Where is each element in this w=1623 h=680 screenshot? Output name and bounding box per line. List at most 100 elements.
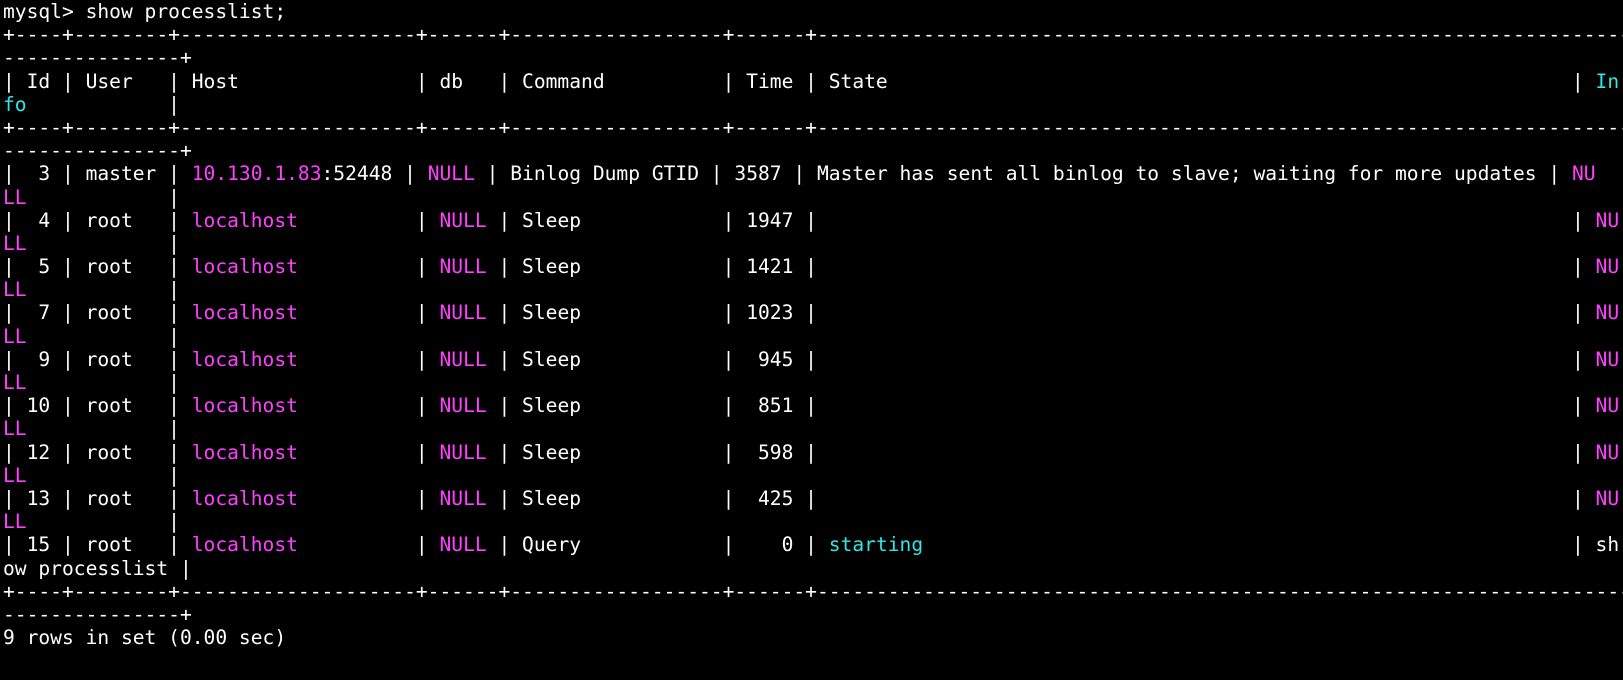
terminal-text: ow processlist | xyxy=(3,556,192,580)
terminal-text: | Sleep | 1947 | | xyxy=(486,208,1596,232)
terminal-line: | 4 | root | localhost | NULL | Sleep | … xyxy=(3,209,1623,232)
terminal-text: NU xyxy=(1595,486,1620,510)
terminal-text: | Sleep | 1023 | | xyxy=(486,301,1596,325)
terminal-text: | xyxy=(26,92,180,116)
terminal-text: | 9 | root | xyxy=(3,347,192,371)
terminal-text: :52448 | xyxy=(321,162,428,186)
terminal-line: LL | xyxy=(3,371,1623,394)
terminal-text: localhost xyxy=(191,533,298,557)
terminal-text: | xyxy=(297,533,440,557)
terminal-text: | xyxy=(297,394,440,418)
terminal-line: | 5 | root | localhost | NULL | Sleep | … xyxy=(3,255,1623,278)
terminal-text: | 4 | root | xyxy=(3,208,192,232)
terminal-text: | xyxy=(26,417,180,441)
terminal-text: | xyxy=(297,255,440,279)
terminal-line: | 9 | root | localhost | NULL | Sleep | … xyxy=(3,348,1623,371)
terminal-text: +----+--------+--------------------+----… xyxy=(3,115,1623,139)
terminal-text: NU xyxy=(1595,255,1620,279)
terminal-text: NU xyxy=(1595,394,1620,418)
terminal-line: LL | xyxy=(3,186,1623,209)
terminal-line: +----+--------+--------------------+----… xyxy=(3,116,1623,139)
terminal-line: ---------------+ xyxy=(3,46,1623,69)
terminal-line: 9 rows in set (0.00 sec) xyxy=(3,626,1623,649)
terminal-text: NU xyxy=(1595,208,1620,232)
terminal-text: starting xyxy=(828,533,924,557)
terminal-text: | xyxy=(26,463,180,487)
terminal-text: | xyxy=(26,278,180,302)
terminal-text: | xyxy=(297,486,440,510)
terminal-line: mysql> show processlist; xyxy=(3,0,1623,23)
terminal-text: | 3 | master | xyxy=(3,162,192,186)
terminal-text: localhost xyxy=(191,486,298,510)
terminal-line: | 7 | root | localhost | NULL | Sleep | … xyxy=(3,301,1623,324)
terminal-text: | 15 | root | xyxy=(3,533,192,557)
terminal-text: ---------------+ xyxy=(3,602,192,626)
terminal-text: | xyxy=(26,231,180,255)
terminal-text: | xyxy=(297,301,440,325)
terminal-line: | 13 | root | localhost | NULL | Sleep |… xyxy=(3,487,1623,510)
terminal-text: | Sleep | 425 | | xyxy=(486,486,1596,510)
terminal-text: | xyxy=(26,371,180,394)
terminal-text: localhost xyxy=(191,255,298,279)
terminal-text: | 13 | root | xyxy=(3,486,192,510)
terminal-text: NU xyxy=(1595,347,1620,371)
terminal-text: NULL xyxy=(439,347,487,371)
terminal-text: ---------------+ xyxy=(3,139,192,163)
terminal-text: LL xyxy=(3,463,27,487)
terminal-text: mysql> show processlist; xyxy=(3,0,287,23)
terminal-text: NULL xyxy=(439,486,487,510)
terminal-text: NULL xyxy=(439,301,487,325)
terminal-line: LL | xyxy=(3,232,1623,255)
terminal-text: localhost xyxy=(191,440,298,464)
terminal-window[interactable]: mysql> show processlist; +----+--------+-… xyxy=(0,0,1623,680)
terminal-text: NULL xyxy=(439,533,487,557)
terminal-text: | 10 | root | xyxy=(3,394,192,418)
terminal-text: +----+--------+--------------------+----… xyxy=(3,23,1623,47)
terminal-text: NULL xyxy=(439,394,487,418)
terminal-text: | xyxy=(297,347,440,371)
terminal-line: +----+--------+--------------------+----… xyxy=(3,580,1623,603)
terminal-text: | Id | User | Host | db | Command | Time… xyxy=(3,69,1596,93)
terminal-text: LL xyxy=(3,278,27,302)
terminal-text: NULL xyxy=(439,255,487,279)
terminal-line: | 15 | root | localhost | NULL | Query |… xyxy=(3,533,1623,556)
terminal-text: In xyxy=(1595,69,1620,93)
terminal-text: LL xyxy=(3,185,27,209)
terminal-text: fo xyxy=(3,92,27,116)
terminal-text: | 7 | root | xyxy=(3,301,192,325)
terminal-text: NULL xyxy=(439,440,487,464)
terminal-text: NULL xyxy=(439,208,487,232)
terminal-text: | xyxy=(297,208,440,232)
terminal-text: | Binlog Dump GTID | 3587 | Master has s… xyxy=(474,162,1572,186)
terminal-text: localhost xyxy=(191,208,298,232)
terminal-text: | xyxy=(26,185,180,209)
terminal-text: NULL xyxy=(427,162,475,186)
terminal-text: | 12 | root | xyxy=(3,440,192,464)
terminal-text: LL xyxy=(3,324,27,348)
terminal-text: localhost xyxy=(191,301,298,325)
terminal-text: NU xyxy=(1571,162,1596,186)
terminal-text: NU xyxy=(1595,440,1620,464)
terminal-line: ow processlist | xyxy=(3,557,1623,580)
terminal-text: | sh xyxy=(923,533,1620,557)
terminal-text: 10.130.1.83 xyxy=(191,162,322,186)
terminal-line: LL | xyxy=(3,510,1623,533)
terminal-text: LL xyxy=(3,417,27,441)
terminal-line: | Id | User | Host | db | Command | Time… xyxy=(3,70,1623,93)
terminal-line: LL | xyxy=(3,325,1623,348)
terminal-line: LL | xyxy=(3,417,1623,440)
terminal-text: | Sleep | 945 | | xyxy=(486,347,1596,371)
terminal-line: ---------------+ xyxy=(3,139,1623,162)
terminal-line: ---------------+ xyxy=(3,603,1623,626)
terminal-text: +----+--------+--------------------+----… xyxy=(3,579,1623,603)
terminal-text: | xyxy=(297,440,440,464)
terminal-line: +----+--------+--------------------+----… xyxy=(3,23,1623,46)
terminal-line: | 10 | root | localhost | NULL | Sleep |… xyxy=(3,394,1623,417)
terminal-line: LL | xyxy=(3,464,1623,487)
terminal-text: | Sleep | 598 | | xyxy=(486,440,1596,464)
terminal-line: fo | xyxy=(3,93,1623,116)
terminal-text: 9 rows in set (0.00 sec) xyxy=(3,626,287,650)
terminal-text: | Sleep | 851 | | xyxy=(486,394,1596,418)
terminal-text: LL xyxy=(3,231,27,255)
terminal-text: | Sleep | 1421 | | xyxy=(486,255,1596,279)
